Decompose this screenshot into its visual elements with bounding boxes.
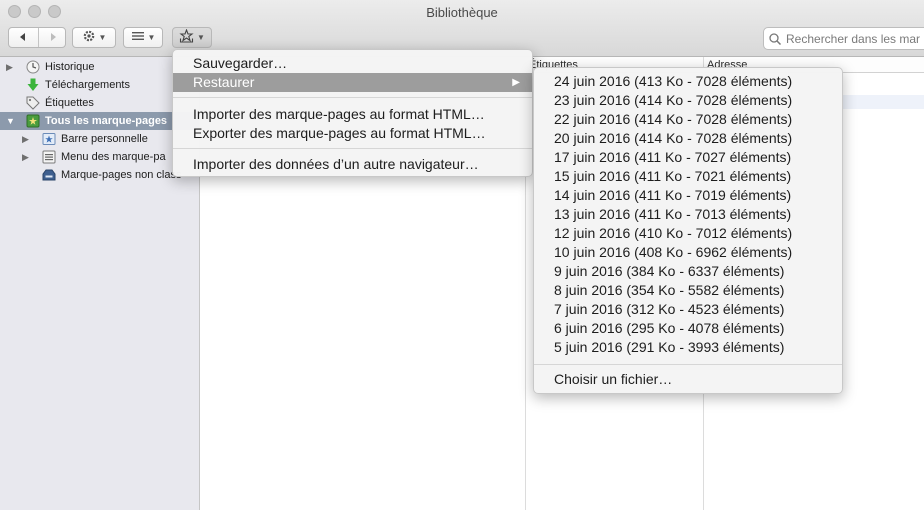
sidebar-item-label: Marque-pages non class (61, 169, 182, 181)
backup-item[interactable]: 13 juin 2016 (411 Ko - 7013 éléments) (534, 205, 842, 224)
chevron-down-icon: ▼ (98, 33, 107, 42)
backup-item[interactable]: 9 juin 2016 (384 Ko - 6337 éléments) (534, 262, 842, 281)
backup-item[interactable]: 12 juin 2016 (410 Ko - 7012 éléments) (534, 224, 842, 243)
sidebar-item-tags[interactable]: Étiquettes (0, 94, 199, 112)
backup-item[interactable]: 5 juin 2016 (291 Ko - 3993 éléments) (534, 338, 842, 357)
menu-item-import-other-browser[interactable]: Importer des données d’un autre navigate… (173, 155, 532, 174)
disclosure-triangle-icon[interactable]: ▶ (22, 134, 29, 145)
disclosure-triangle-icon[interactable]: ▶ (22, 152, 29, 163)
sidebar-item-bookmarks-menu[interactable]: ▶ Menu des marque-pa (0, 148, 199, 166)
restore-submenu: 24 juin 2016 (413 Ko - 7028 éléments) 23 … (533, 67, 843, 394)
sidebar-item-unsorted-bookmarks[interactable]: Marque-pages non class (0, 166, 199, 184)
menu-folder-icon (42, 150, 56, 164)
menu-item-choose-file[interactable]: Choisir un fichier… (534, 370, 842, 389)
window-title: Bibliothèque (426, 5, 498, 20)
views-button[interactable]: ▼ (123, 27, 163, 48)
sidebar-item-label: Menu des marque-pa (61, 151, 166, 163)
tag-icon (26, 96, 40, 110)
backup-item[interactable]: 23 juin 2016 (414 Ko - 7028 éléments) (534, 91, 842, 110)
menu-item-restore[interactable]: Restaurer ▶ (173, 73, 532, 92)
sidebar-item-all-bookmarks[interactable]: ▼ Tous les marque-pages (0, 112, 199, 130)
download-arrow-icon (26, 78, 40, 92)
menu-item-label: Restaurer (193, 74, 255, 90)
backup-item[interactable]: 20 juin 2016 (414 Ko - 7028 éléments) (534, 129, 842, 148)
chevron-down-icon: ▼ (147, 33, 156, 42)
sidebar-item-label: Téléchargements (45, 79, 130, 91)
sidebar-item-label: Tous les marque-pages (45, 115, 168, 127)
sidebar-item-downloads[interactable]: Téléchargements (0, 76, 199, 94)
clock-icon (26, 60, 40, 74)
back-forward-control (8, 27, 66, 48)
backup-item[interactable]: 24 juin 2016 (413 Ko - 7028 éléments) (534, 72, 842, 91)
sidebar-item-label: Barre personnelle (61, 133, 148, 145)
sidebar-item-bookmarks-toolbar[interactable]: ▶ Barre personnelle (0, 130, 199, 148)
disclosure-triangle-icon[interactable]: ▶ (6, 62, 13, 73)
back-arrow-icon[interactable] (17, 31, 29, 46)
disclosure-triangle-icon[interactable]: ▼ (6, 116, 15, 126)
star-tray-icon (179, 28, 194, 46)
sidebar-item-history[interactable]: ▶ Historique (0, 58, 199, 76)
segment-divider (38, 28, 39, 47)
menu-item-import-html[interactable]: Importer des marque-pages au format HTML… (173, 105, 532, 124)
star-folder-icon (42, 132, 56, 146)
organize-button[interactable]: ▼ (72, 27, 116, 48)
import-backup-menu: Sauvegarder… Restaurer ▶ Importer des ma… (172, 49, 533, 177)
backup-item[interactable]: 7 juin 2016 (312 Ko - 4523 éléments) (534, 300, 842, 319)
forward-arrow-icon[interactable] (47, 31, 59, 46)
sidebar-item-label: Historique (45, 61, 95, 73)
backup-item[interactable]: 17 juin 2016 (411 Ko - 7027 éléments) (534, 148, 842, 167)
backup-item[interactable]: 22 juin 2016 (414 Ko - 7028 éléments) (534, 110, 842, 129)
menu-separator (173, 97, 532, 98)
submenu-arrow-icon: ▶ (512, 77, 520, 88)
search-field[interactable]: Rechercher dans les mar (763, 27, 924, 50)
import-backup-button[interactable]: ▼ (172, 27, 212, 48)
search-icon (768, 32, 782, 46)
search-placeholder: Rechercher dans les mar (786, 31, 921, 46)
backup-item[interactable]: 14 juin 2016 (411 Ko - 7019 éléments) (534, 186, 842, 205)
menu-item-backup[interactable]: Sauvegarder… (173, 54, 532, 73)
gear-icon (82, 29, 96, 46)
unsorted-folder-icon (42, 168, 56, 182)
menu-item-export-html[interactable]: Exporter des marque-pages au format HTML… (173, 124, 532, 143)
backup-item[interactable]: 15 juin 2016 (411 Ko - 7021 éléments) (534, 167, 842, 186)
backup-item[interactable]: 8 juin 2016 (354 Ko - 5582 éléments) (534, 281, 842, 300)
chevron-down-icon: ▼ (197, 33, 205, 42)
bookmarks-star-icon (26, 114, 40, 128)
sidebar-tree: ▶ Historique Téléchargements Étiquettes … (0, 57, 200, 510)
menu-separator (534, 364, 842, 365)
list-icon (131, 30, 145, 45)
sidebar-item-label: Étiquettes (45, 97, 94, 109)
menu-separator (173, 148, 532, 149)
backup-item[interactable]: 10 juin 2016 (408 Ko - 6962 éléments) (534, 243, 842, 262)
backup-item[interactable]: 6 juin 2016 (295 Ko - 4078 éléments) (534, 319, 842, 338)
